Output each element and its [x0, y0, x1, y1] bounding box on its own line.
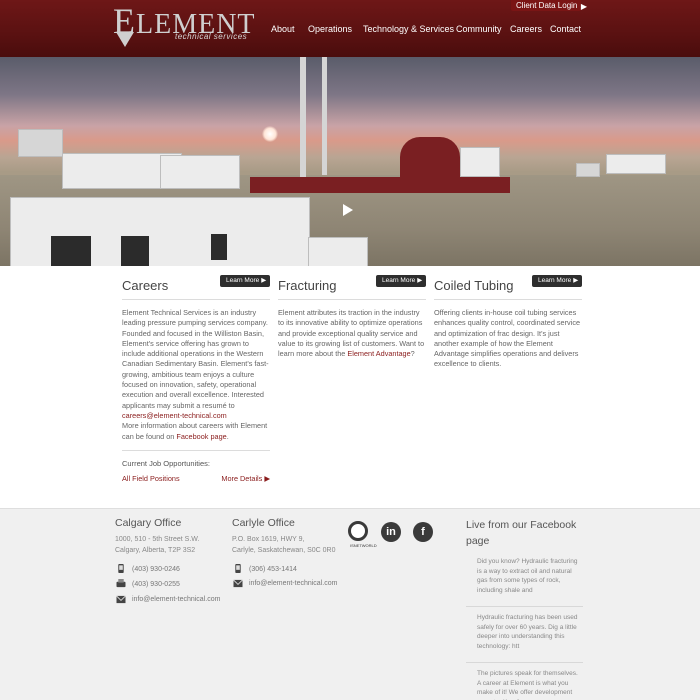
mail-icon	[233, 579, 243, 588]
office-title: Carlyle Office	[232, 517, 295, 529]
careers-email-link[interactable]: careers@element-technical.com	[122, 411, 227, 420]
calgary-office: Calgary Office 1000, 510 - 5th Street S.…	[115, 517, 199, 556]
nav-operations[interactable]: Operations	[308, 24, 352, 34]
element-advantage-link[interactable]: Element Advantage	[347, 349, 410, 358]
fracturing-text: Element attributes its traction in the i…	[278, 308, 425, 359]
divider	[434, 299, 582, 300]
hero-mast	[300, 57, 306, 177]
divider	[278, 299, 426, 300]
fracturing-learn-more-button[interactable]: Learn More ▶	[376, 275, 426, 287]
divider	[466, 606, 583, 607]
calgary-email[interactable]: info@element-technical.com	[132, 596, 220, 603]
facebook-post[interactable]: Hydraulic fracturing has been used safel…	[466, 613, 583, 651]
site-header: Client Data Login ▶ ELEMENT technical ser…	[0, 0, 700, 57]
hero-trailer	[160, 155, 240, 189]
main-nav: About Operations Technology & Services C…	[0, 24, 700, 38]
carlyle-phone: (306) 453-1414	[249, 566, 297, 573]
facebook-post[interactable]: The pictures speak for themselves. A car…	[466, 669, 583, 700]
hero-truck-cab	[460, 147, 500, 177]
arrow-right-icon: ▶	[573, 277, 579, 284]
divider	[466, 662, 583, 663]
office-address: 1000, 510 - 5th Street S.W. Calgary, Albe…	[115, 536, 200, 554]
calgary-fax: (403) 930-0255	[132, 581, 180, 588]
client-data-login-button[interactable]: Client Data Login ▶	[511, 0, 587, 11]
arrow-right-icon: ▶	[261, 277, 267, 284]
hero-sun	[262, 126, 278, 142]
hero-trailer-far	[606, 154, 666, 174]
careers-learn-more-button[interactable]: Learn More ▶	[220, 275, 270, 287]
client-login-label: Client Data Login	[516, 1, 578, 10]
arrow-right-icon: ▶	[580, 2, 587, 11]
nav-about[interactable]: About	[271, 24, 295, 34]
phone-icon	[118, 564, 124, 573]
job-name-link[interactable]: All Field Positions	[122, 474, 180, 483]
coiled-tubing-learn-more-button[interactable]: Learn More ▶	[532, 275, 582, 287]
nav-community[interactable]: Community	[456, 24, 502, 34]
jobs-title: Current Job Opportunities:	[122, 458, 210, 468]
hero-reel	[400, 137, 460, 179]
badge-label: ISNETWORLD	[350, 543, 377, 548]
hero-truck-front	[308, 237, 368, 266]
play-icon[interactable]	[343, 204, 353, 216]
facebook-post[interactable]: Did you know? Hydraulic fracturing is a …	[466, 557, 583, 595]
hero-tank	[18, 129, 63, 157]
facebook-icon[interactable]: f	[413, 522, 433, 542]
facebook-page-link[interactable]: Facebook page	[176, 432, 226, 441]
mail-icon	[116, 595, 126, 604]
divider	[122, 299, 270, 300]
phone-icon	[235, 564, 241, 573]
fax-icon	[116, 579, 126, 588]
nav-technology-services[interactable]: Technology & Services	[363, 24, 454, 34]
careers-text: Element Technical Services is an industr…	[122, 308, 269, 441]
careers-section: Careers Element Technical Services is an…	[122, 272, 270, 486]
hero-rig-deck	[250, 177, 510, 193]
job-row: All Field Positions More Details ▶	[122, 474, 270, 486]
hero-pickup	[576, 163, 600, 177]
more-details-link[interactable]: More Details ▶	[221, 474, 270, 483]
carlyle-email[interactable]: info@element-technical.com	[249, 580, 337, 587]
divider	[122, 449, 270, 451]
arrow-right-icon: ▶	[417, 277, 423, 284]
nav-contact[interactable]: Contact	[550, 24, 581, 34]
hero-mast	[322, 57, 327, 175]
coiled-tubing-text: Offering clients in-house coil tubing se…	[434, 308, 581, 369]
calgary-phone: (403) 930-0246	[132, 566, 180, 573]
arrow-right-icon: ▶	[264, 473, 270, 483]
nav-careers[interactable]: Careers	[510, 24, 542, 34]
hero-video[interactable]	[0, 57, 700, 266]
isnetworld-badge-icon[interactable]	[348, 521, 368, 541]
carlyle-office: Carlyle Office P.O. Box 1619, HWY 9, Carl…	[232, 517, 336, 556]
linkedin-icon[interactable]: in	[381, 522, 401, 542]
hero-foreground-trailer	[10, 197, 310, 266]
facebook-feed-title: Live from our Facebook page	[466, 519, 577, 547]
office-title: Calgary Office	[115, 517, 182, 529]
office-address: P.O. Box 1619, HWY 9, Carlyle, Saskatchew…	[232, 536, 336, 554]
